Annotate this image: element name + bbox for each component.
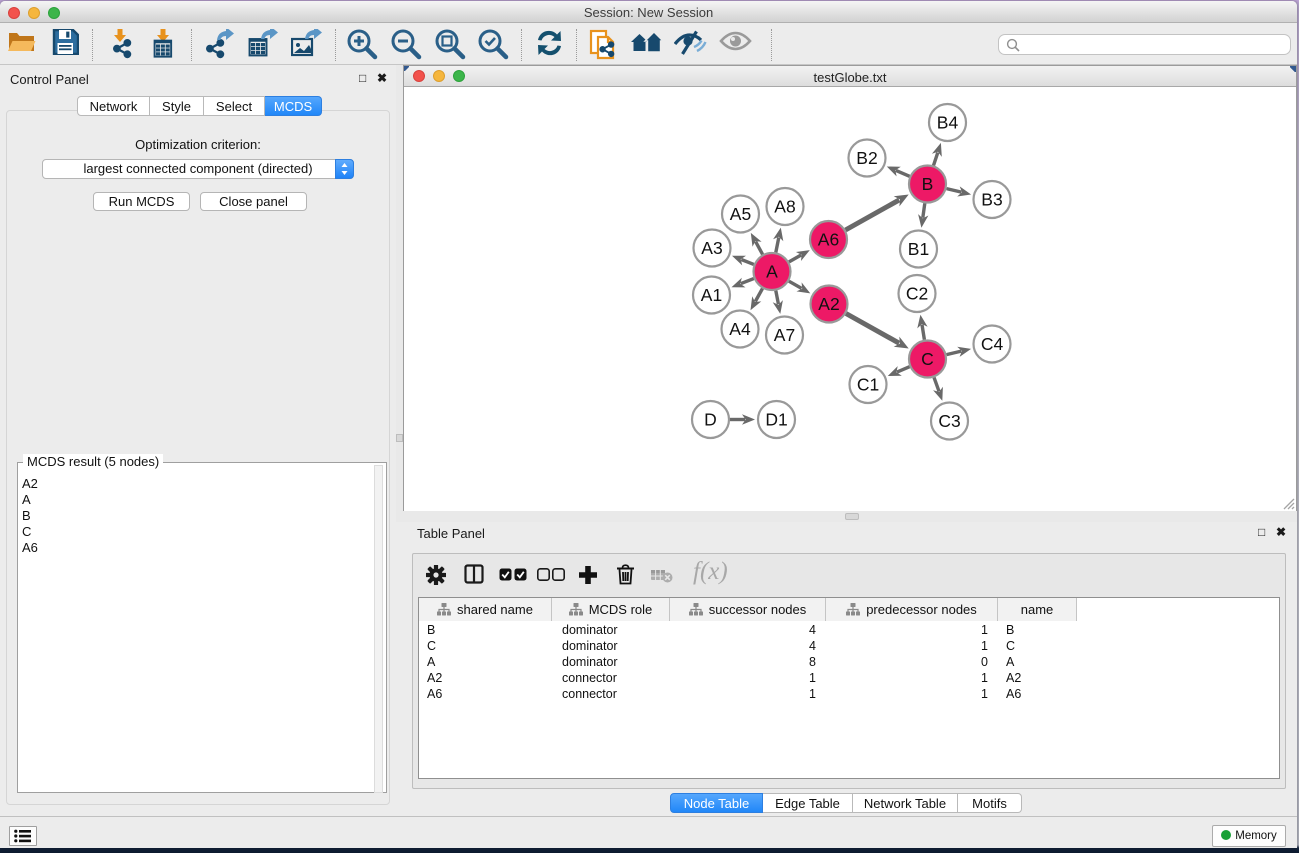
svg-text:D: D <box>704 410 717 430</box>
svg-text:A6: A6 <box>818 230 839 250</box>
svg-text:C4: C4 <box>981 334 1004 354</box>
svg-text:A5: A5 <box>730 204 751 224</box>
svg-text:C2: C2 <box>906 284 928 304</box>
svg-text:A7: A7 <box>774 325 795 345</box>
svg-text:A3: A3 <box>701 238 722 258</box>
svg-text:B2: B2 <box>856 148 877 168</box>
svg-text:B1: B1 <box>908 239 929 259</box>
svg-text:B: B <box>922 174 934 194</box>
svg-text:A: A <box>766 262 778 282</box>
svg-text:A4: A4 <box>729 319 751 339</box>
svg-text:A8: A8 <box>774 197 795 217</box>
svg-text:B3: B3 <box>981 190 1002 210</box>
svg-text:C3: C3 <box>938 411 960 431</box>
svg-text:A1: A1 <box>701 285 722 305</box>
svg-text:C: C <box>921 349 934 369</box>
svg-text:D1: D1 <box>765 410 787 430</box>
svg-text:C1: C1 <box>857 375 879 395</box>
svg-text:A2: A2 <box>818 294 839 314</box>
svg-text:B4: B4 <box>937 113 959 133</box>
